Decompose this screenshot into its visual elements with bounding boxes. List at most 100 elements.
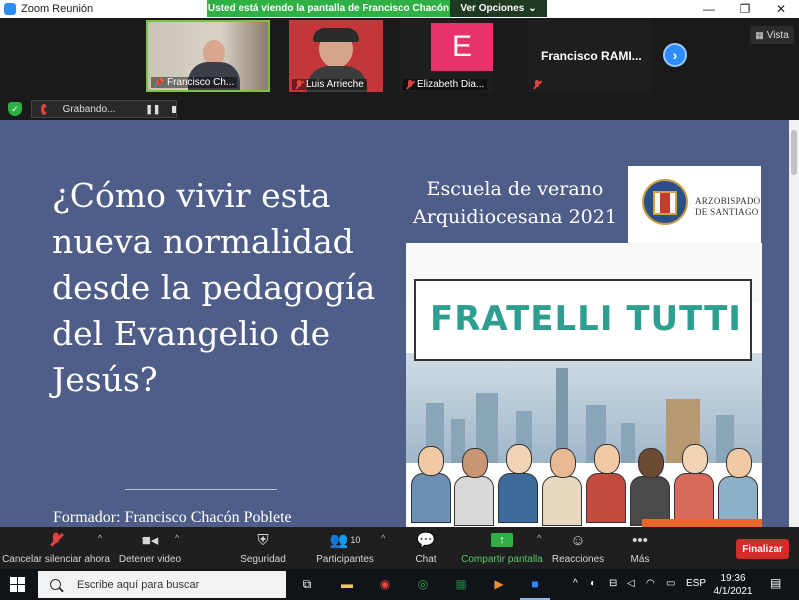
chat-label: Chat (415, 554, 437, 565)
media-player-icon[interactable]: ▶ (488, 573, 510, 595)
view-button-label: Vista (766, 29, 789, 41)
stop-video-button[interactable]: ■◂ Detener video (118, 530, 182, 565)
recording-label: Grabando... (62, 103, 116, 115)
view-button[interactable]: ▦ Vista (750, 26, 794, 44)
security-shield-icon[interactable]: ✓ (8, 102, 22, 116)
participant-tile[interactable]: E Elizabeth Dia... (400, 20, 493, 92)
search-icon (50, 579, 61, 590)
recording-indicator: Grabando... ❚❚ (31, 100, 177, 118)
recording-strip: ✓ Grabando... ❚❚ (0, 98, 799, 120)
share-options-caret[interactable]: ^ (537, 533, 541, 543)
meet-now-icon[interactable]: ◐ (590, 578, 596, 589)
audio-options-caret[interactable]: ^ (98, 533, 102, 543)
whatsapp-icon[interactable]: ◎ (412, 573, 434, 595)
volume-icon[interactable]: ◁ (627, 578, 635, 589)
participants-label: Participantes (316, 554, 374, 565)
wifi-icon[interactable]: ◠ (646, 578, 655, 589)
participants-options-caret[interactable]: ^ (381, 533, 385, 543)
participants-icon: 👥 10 (329, 532, 361, 549)
school-title: Escuela de verano Arquidiocesana 2021 (413, 178, 617, 228)
tray-chevron-icon[interactable]: ^ (573, 578, 578, 589)
network-icon[interactable]: ⊟ (609, 578, 617, 589)
security-label: Seguridad (240, 554, 286, 565)
microphone-muted-icon (52, 530, 60, 550)
zoom-logo-icon (4, 3, 16, 15)
logo-text-line-2: de Santiago (695, 207, 759, 217)
reactions-button[interactable]: ☺ Reacciones (551, 530, 605, 566)
close-button[interactable]: ✕ (763, 0, 799, 18)
archdiocese-logo: Arzobispado de Santiago (628, 166, 761, 243)
taskbar-search[interactable]: Escribe aquí para buscar (38, 571, 286, 598)
banner-text: FRATELLI TUTTI (430, 299, 742, 339)
share-banner-text: Usted está viendo la pantalla de Francis… (207, 0, 450, 17)
participant-avatar: E (431, 23, 493, 71)
slide-author: Formador: Francisco Chacón Poblete (53, 509, 292, 526)
security-button[interactable]: ⛨ Seguridad (238, 530, 288, 566)
unmute-label: Cancelar silenciar ahora (2, 554, 110, 565)
window-title: Zoom Reunión (21, 3, 94, 15)
file-explorer-icon[interactable]: ▬ (336, 573, 358, 595)
participants-count: 10 (350, 535, 361, 545)
video-strip: 📌 Francisco Ch... Luis Arrieche E Elizab… (0, 18, 799, 98)
share-screen-icon: ↑ (491, 530, 513, 550)
vertical-scrollbar[interactable] (789, 120, 799, 527)
grid-icon: ▦ (755, 29, 764, 40)
participant-name: Elizabeth Dia... (403, 79, 488, 90)
seal-icon (642, 179, 688, 225)
participant-tile[interactable]: Francisco RAMI... (527, 20, 651, 92)
chat-button[interactable]: 💬 Chat (410, 530, 442, 565)
divider (125, 489, 277, 490)
clock-time: 19:36 (720, 573, 746, 584)
unmute-button[interactable]: Cancelar silenciar ahora (2, 530, 110, 565)
more-button[interactable]: ••• Más (628, 530, 652, 566)
recording-icon (41, 103, 49, 115)
pin-icon: 📌 (154, 78, 164, 87)
task-view-icon[interactable]: ⧉ (296, 573, 318, 595)
minimize-button[interactable]: — (691, 0, 727, 18)
clock[interactable]: 19:36 4/1/2021 (713, 572, 753, 598)
ellipsis-icon: ••• (632, 531, 648, 549)
notification-icon[interactable]: ▤ (770, 576, 781, 590)
meeting-toolbar: Cancelar silenciar ahora ^ ■◂ Detener vi… (0, 527, 799, 569)
headset (313, 28, 359, 42)
stop-recording-button[interactable] (172, 105, 176, 113)
next-page-button[interactable]: › (663, 43, 687, 67)
video-options-caret[interactable]: ^ (175, 533, 179, 543)
stop-video-label: Detener video (118, 554, 182, 565)
windows-start-icon[interactable] (10, 577, 25, 592)
participants-button[interactable]: 👥 10 Participantes (314, 530, 376, 565)
zoom-taskbar-icon[interactable]: ■ (524, 573, 546, 595)
mic-muted-icon (533, 80, 541, 90)
maximize-button[interactable]: ❐ (727, 0, 763, 18)
share-screen-button[interactable]: ↑ Compartir pantalla (459, 530, 545, 565)
cover-accent (642, 519, 762, 527)
end-meeting-button[interactable]: Finalizar (736, 539, 789, 559)
logo-text: Arzobispado de Santiago (695, 196, 760, 218)
slide-title: ¿Cómo vivir esta nueva normalidad desde … (52, 176, 376, 399)
logo-text-line-1: Arzobispado (695, 196, 761, 206)
windows-taskbar: Escribe aquí para buscar ⧉ ▬ ◉ ◎ ▦ ▶ ■ ^… (0, 569, 799, 600)
excel-icon[interactable]: ▦ (450, 573, 472, 595)
share-screen-label: Compartir pantalla (461, 554, 543, 565)
mic-muted-icon (406, 79, 414, 90)
participant-tile[interactable]: Luis Arrieche (289, 20, 383, 92)
participant-name: Luis Arrieche (292, 79, 367, 90)
pause-recording-button[interactable]: ❚❚ (145, 104, 160, 115)
share-banner: Usted está viendo la pantalla de Francis… (207, 0, 547, 17)
language-indicator[interactable]: ESP (686, 578, 706, 589)
participant-name (530, 80, 544, 90)
chrome-icon[interactable]: ◉ (374, 573, 396, 595)
scrollbar-thumb[interactable] (791, 130, 797, 175)
shield-icon: ⛨ (257, 531, 269, 549)
search-placeholder: Escribe aquí para buscar (77, 578, 200, 591)
banner: FRATELLI TUTTI (414, 279, 752, 361)
view-options-button[interactable]: Ver Opciones ⌄ (450, 0, 547, 17)
video-camera-icon: ■◂ (141, 532, 159, 549)
participant-name: 📌 Francisco Ch... (151, 77, 238, 88)
reactions-label: Reacciones (551, 554, 605, 565)
more-label: Más (630, 554, 650, 565)
participant-tile[interactable]: 📌 Francisco Ch... (146, 20, 270, 92)
participant-display-name: Francisco RAMI... (541, 49, 642, 63)
participant-name-text: Luis Arrieche (306, 79, 364, 90)
battery-icon[interactable]: ▭ (666, 578, 675, 589)
